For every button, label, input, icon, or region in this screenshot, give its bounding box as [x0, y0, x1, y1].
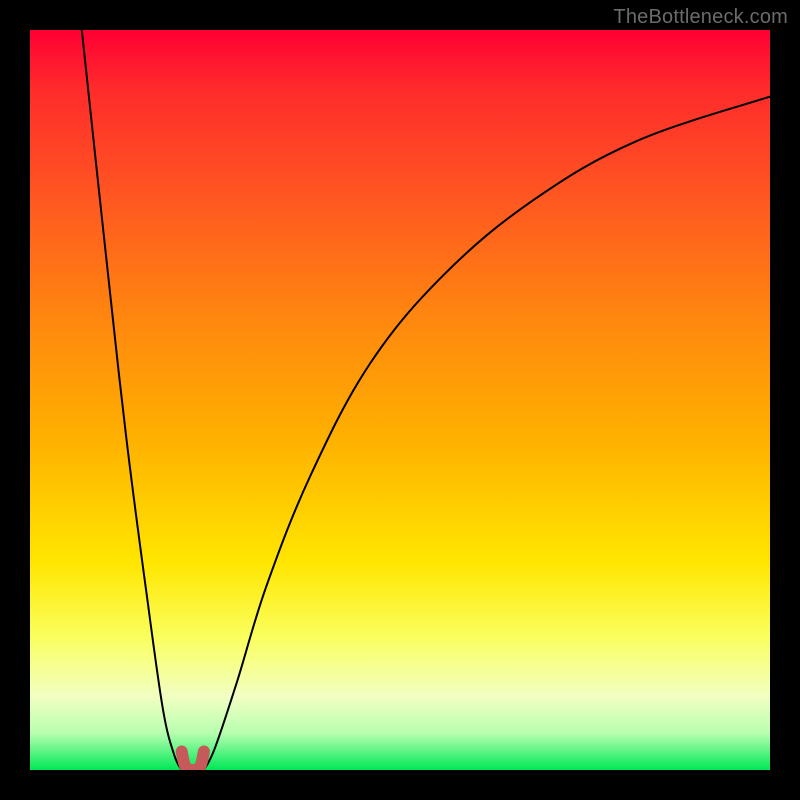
curve-right-branch [204, 97, 770, 770]
curve-left-branch [82, 30, 182, 770]
chart-frame: TheBottleneck.com [0, 0, 800, 800]
watermark-text: TheBottleneck.com [613, 6, 788, 29]
bottom-hook-segment [182, 752, 204, 771]
plot-area [30, 30, 770, 770]
curve-layer [30, 30, 770, 770]
